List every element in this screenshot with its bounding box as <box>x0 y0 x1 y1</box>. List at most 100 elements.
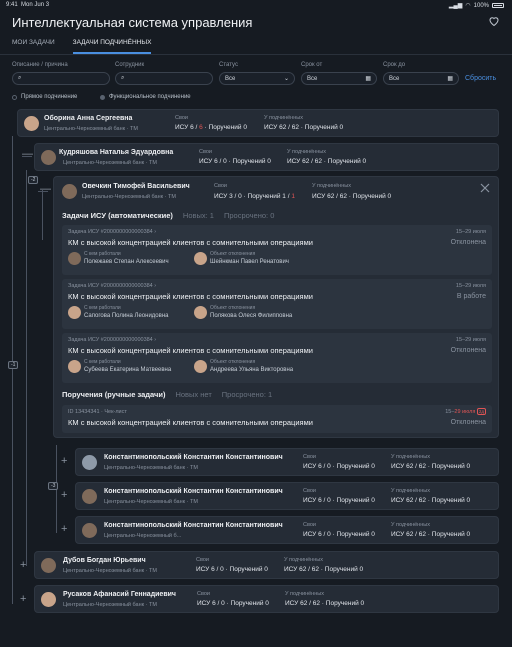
employee-card[interactable]: Кудряшова Наталья Эдуардовна Центрально-… <box>34 143 499 171</box>
orders-section-title: Поручения (ручные задачи) Новых нет Просро… <box>62 390 273 399</box>
avatar <box>68 252 81 265</box>
status-select[interactable]: Все ⌄ <box>219 72 295 85</box>
own-stats: ИСУ 6 / 0 · Поручений 0 <box>197 600 269 607</box>
collapse-icon[interactable]: — <box>22 148 33 160</box>
employee-search-input[interactable]: ⌕ <box>115 72 213 85</box>
own-stats: ИСУ 6 / 0 · Поручений 0 <box>303 463 375 470</box>
employee-bank: Центрально-Черноземный банк · ТМ <box>63 602 157 608</box>
worked-with-label: С кем работали <box>84 305 121 311</box>
tree-line <box>26 170 27 566</box>
heart-icon[interactable] <box>488 15 500 27</box>
task-title: КМ с высокой концентрацией клиентов с со… <box>68 292 313 301</box>
date-to-value: Все <box>389 75 400 82</box>
subordinates-stats: ИСУ 62 / 62 · Поручений 0 <box>391 497 471 504</box>
subordinates-stats: ИСУ 62 / 62 · Поручений 0 <box>285 600 365 607</box>
subordinates-label: У подчинённых <box>312 183 351 189</box>
employee-bank: Центрально-Черноземный б... <box>104 533 182 539</box>
task-id: Задача ИСУ #2000000000000384 › <box>68 229 157 235</box>
close-icon[interactable] <box>480 183 490 193</box>
battery-icon <box>492 3 504 8</box>
isu-task-card[interactable]: Задача ИСУ #2000000000000384 › 15–29 июл… <box>62 333 492 383</box>
employee-bank: Центрально-Черноземный банк · ТМ <box>44 126 138 132</box>
level-badge: -1 <box>8 361 19 369</box>
worked-with-label: С кем работали <box>84 359 121 365</box>
date-to-select[interactable]: Все ▦ <box>383 72 459 85</box>
expand-icon[interactable]: + <box>20 593 26 605</box>
subordinates-label: У подчинённых <box>264 115 303 121</box>
order-title: КМ с высокой концентрацией клиентов с со… <box>68 418 313 427</box>
avatar <box>194 360 207 373</box>
employee-card[interactable]: Дубов Богдан Юрьевич Центрально-Чернозем… <box>34 551 499 579</box>
reset-button[interactable]: Сбросить <box>465 75 496 82</box>
employee-card[interactable]: Константинопольский Константин Константи… <box>75 448 499 476</box>
employee-name: Константинопольский Константин Константи… <box>104 488 283 495</box>
rejection-object-person: Шейнкман Павел Ренатович <box>210 259 289 265</box>
own-label: Свои <box>175 115 188 121</box>
employee-filter-label: Сотрудник <box>115 62 145 68</box>
search-icon: ⌕ <box>18 75 22 81</box>
expand-icon[interactable]: + <box>20 559 26 571</box>
employee-bank: Центрально-Черноземный банк · ТМ <box>104 499 198 505</box>
status-time: 9:41 <box>6 2 18 8</box>
battery-percent: 100% <box>473 2 489 9</box>
rejection-object-person: Полякова Олеся Филипповна <box>210 313 293 319</box>
avatar <box>24 116 39 131</box>
subordinates-label: У подчинённых <box>391 522 430 528</box>
task-id: Задача ИСУ #2000000000000384 › <box>68 283 157 289</box>
own-label: Свои <box>196 557 209 563</box>
employee-bank: Центрально-Черноземный банк · ТМ <box>104 465 198 471</box>
description-filter-label: Описание / причина <box>12 62 68 68</box>
avatar <box>194 252 207 265</box>
employee-name: Русаков Афанасий Геннадиевич <box>63 591 176 598</box>
date-from-label: Срок от <box>301 62 323 68</box>
collapse-icon[interactable]: — <box>40 183 51 195</box>
employee-card[interactable]: Константинопольский Константин Константи… <box>75 482 499 510</box>
rejection-object-label: Объект отклонения <box>210 251 256 257</box>
subordinates-stats: ИСУ 62 / 62 · Поручений 0 <box>312 193 392 200</box>
expand-icon[interactable]: + <box>61 489 67 501</box>
own-label: Свои <box>303 522 316 528</box>
expand-icon[interactable]: + <box>61 523 67 535</box>
tree-line <box>42 190 43 240</box>
employee-card[interactable]: Оборина Анна Сергеевна Центрально-Черноз… <box>17 109 499 137</box>
subordinates-label: У подчинённых <box>287 149 326 155</box>
calendar-icon: ▦ <box>365 76 371 82</box>
isu-task-card[interactable]: Задача ИСУ #2000000000000384 › 15–29 июл… <box>62 279 492 329</box>
own-stats: ИСУ 6 / 0 · Поручений 0 <box>196 566 268 573</box>
employee-name: Кудряшова Наталья Эдуардовна <box>59 149 174 156</box>
employee-bank: Центрально-Черноземный банк · ТМ <box>63 160 157 166</box>
employee-name: Константинопольский Константин Константи… <box>104 454 283 461</box>
radio-functional[interactable]: Функциональное подчинение <box>100 94 191 100</box>
radio-direct[interactable]: Прямое подчинение <box>12 94 77 100</box>
employee-card[interactable]: Константинопольский Константин Константи… <box>75 516 499 544</box>
avatar <box>41 592 56 607</box>
rejection-object-label: Объект отклонения <box>210 305 256 311</box>
signal-icon: ▂▄▆ <box>448 3 463 9</box>
avatar <box>82 455 97 470</box>
isu-task-card[interactable]: Задача ИСУ #2000000000000384 › 15–29 июл… <box>62 225 492 275</box>
radio-dot <box>100 94 105 100</box>
subordinates-label: У подчинённых <box>391 454 430 460</box>
level-badge: -2 <box>28 176 39 184</box>
tab-subordinate-tasks[interactable]: ЗАДАЧИ ПОДЧИНЁННЫХ <box>72 39 152 54</box>
task-date: 15–29 июля <box>455 229 486 235</box>
page-title: Интеллектуальная система управления <box>12 15 253 30</box>
subordinates-label: У подчинённых <box>285 591 324 597</box>
date-from-select[interactable]: Все ▦ <box>301 72 377 85</box>
avatar <box>194 306 207 319</box>
employee-card-expanded: Овечкин Тимофей Васильевич Центрально-Че… <box>53 176 499 438</box>
task-status: Отклонена <box>450 239 486 246</box>
own-stats: ИСУ 6 / 6 · Поручений 0 <box>175 124 247 131</box>
tab-my-tasks[interactable]: МОИ ЗАДАЧИ <box>12 39 55 54</box>
subordinates-stats: ИСУ 62 / 62 · Поручений 0 <box>284 566 364 573</box>
status-date: Mon Jun 3 <box>21 2 50 8</box>
employee-card[interactable]: Русаков Афанасий Геннадиевич Центрально-… <box>34 585 499 613</box>
employee-name: Овечкин Тимофей Васильевич <box>82 183 190 190</box>
avatar <box>82 489 97 504</box>
employee-bank: Центрально-Черноземный банк · ТМ <box>63 568 157 574</box>
order-card[interactable]: ID 13434341 · Чек-лист 15–29 июля 2д КМ … <box>62 405 492 433</box>
description-search-input[interactable]: ⌕ <box>12 72 110 85</box>
own-stats: ИСУ 3 / 0 · Поручений 1 / 1 <box>214 193 295 200</box>
expand-icon[interactable]: + <box>61 455 67 467</box>
employee-name: Оборина Анна Сергеевна <box>44 115 133 122</box>
